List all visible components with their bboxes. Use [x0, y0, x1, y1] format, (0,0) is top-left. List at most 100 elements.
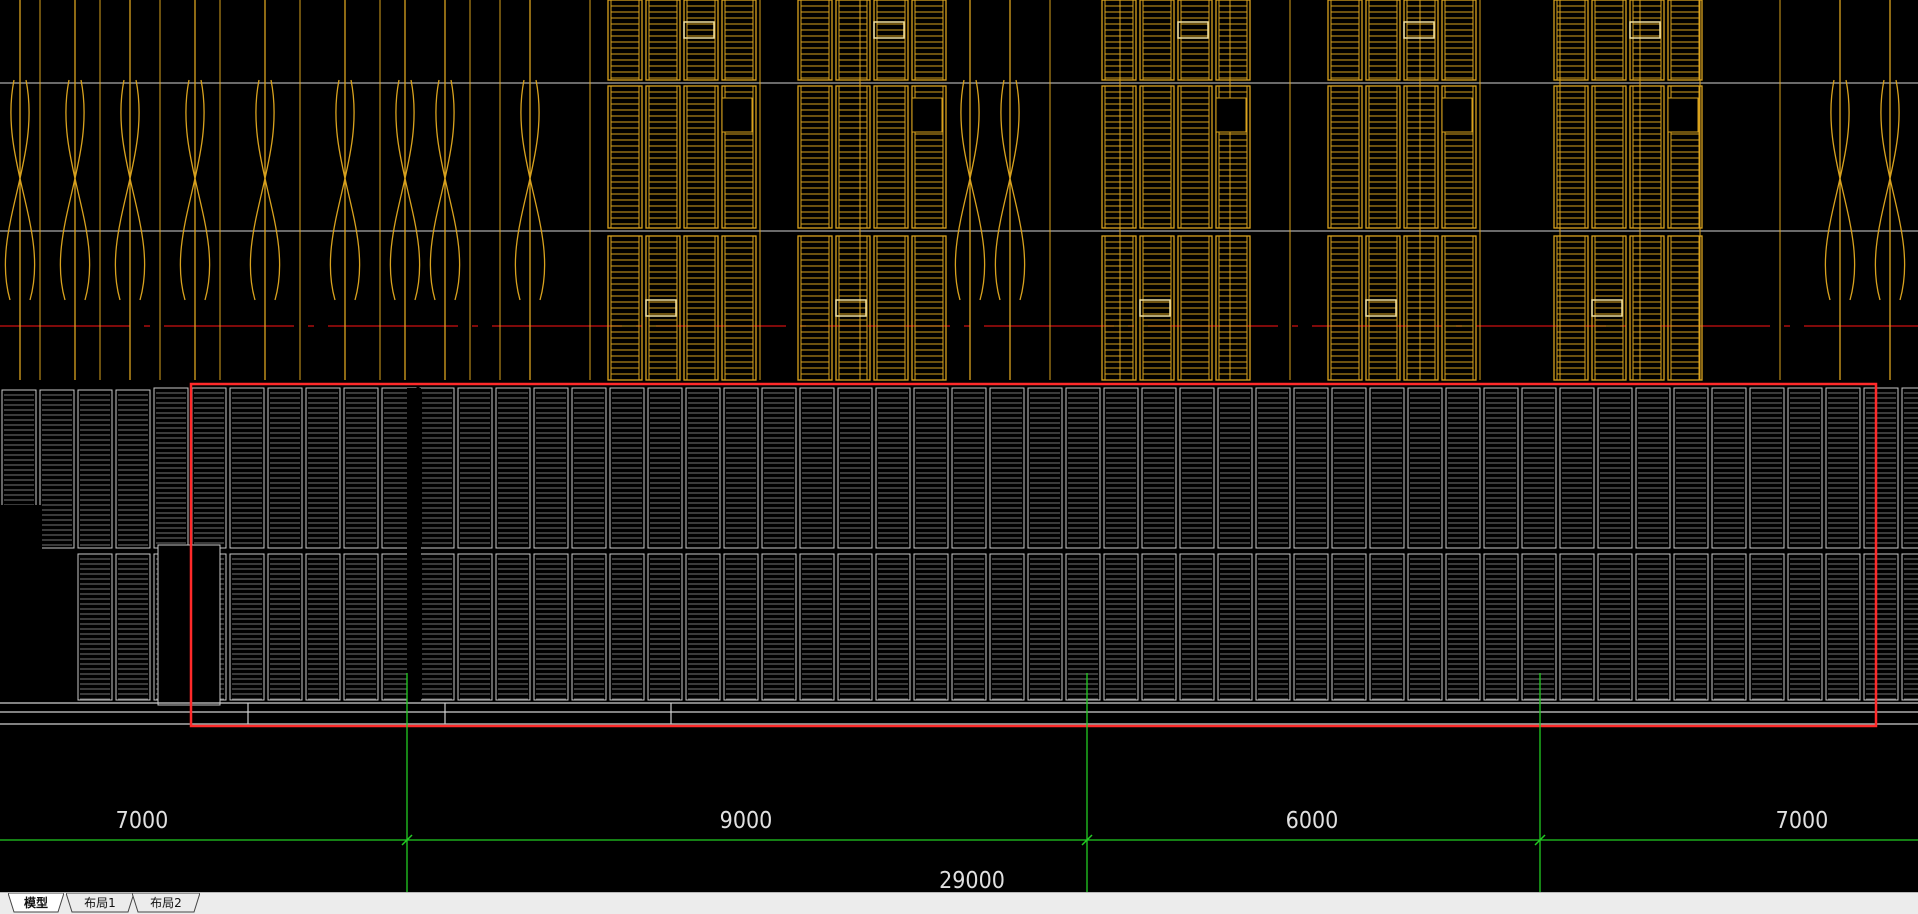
- louver-panel: [645, 85, 681, 229]
- grey-panel: [1407, 387, 1443, 549]
- louver-panel: [1403, 85, 1439, 229]
- grey-panel: [723, 553, 759, 701]
- grey-panel: [1597, 553, 1633, 701]
- louver-panel: [1403, 0, 1439, 81]
- grey-panel: [647, 387, 683, 549]
- grey-panel: [571, 553, 607, 701]
- louver-panel: [1177, 235, 1213, 381]
- grey-panel: [761, 553, 797, 701]
- opening: [0, 505, 42, 705]
- louver-panel: [607, 85, 643, 229]
- louver-panel: [873, 0, 909, 81]
- lower-panel-facade: [0, 387, 1918, 725]
- grey-panel: [267, 553, 303, 701]
- cad-drawing-canvas[interactable]: [0, 0, 1918, 892]
- louver-panel: [1629, 85, 1665, 229]
- grey-panel: [837, 387, 873, 549]
- grey-panel: [1445, 387, 1481, 549]
- grey-panel: [913, 387, 949, 549]
- grey-panel: [1597, 387, 1633, 549]
- grey-panel: [343, 387, 379, 549]
- grey-panel: [1749, 387, 1785, 549]
- louver-panel: [1553, 85, 1589, 229]
- grey-panel: [913, 553, 949, 701]
- louver-panel: [1667, 0, 1703, 81]
- grey-panel: [1141, 553, 1177, 701]
- grey-panel: [305, 387, 341, 549]
- grey-panel: [1065, 387, 1101, 549]
- louver-panel: [1101, 235, 1137, 381]
- louver-panel: [1365, 0, 1401, 81]
- louver-panel: [607, 0, 643, 81]
- grey-panel: [1255, 553, 1291, 701]
- grey-panel: [1673, 553, 1709, 701]
- grey-panel: [875, 387, 911, 549]
- grey-panel: [951, 387, 987, 549]
- grey-panel: [1293, 553, 1329, 701]
- louver-panel: [797, 85, 833, 229]
- grey-panel: [1027, 553, 1063, 701]
- grey-panel: [1103, 387, 1139, 549]
- louver-panel: [1591, 85, 1627, 229]
- upper-facade: [0, 0, 1918, 381]
- grey-panel: [1369, 553, 1405, 701]
- grey-panel: [1711, 387, 1747, 549]
- grey-panel: [1559, 553, 1595, 701]
- grey-panel: [1331, 553, 1367, 701]
- grey-panel: [153, 387, 189, 549]
- grey-panel: [1711, 553, 1747, 701]
- grey-panel: [875, 553, 911, 701]
- louver-panel: [1101, 0, 1137, 81]
- opening: [1667, 97, 1699, 133]
- grey-panel: [495, 387, 531, 549]
- grey-panel: [799, 387, 835, 549]
- louver-panel: [797, 0, 833, 81]
- grey-panel: [115, 389, 151, 549]
- grey-panel: [305, 553, 341, 701]
- louver-panel: [1177, 0, 1213, 81]
- opening: [911, 97, 943, 133]
- grey-panel: [1521, 387, 1557, 549]
- louver-panel: [1215, 235, 1251, 381]
- grey-panel: [1673, 387, 1709, 549]
- louver-panel: [873, 235, 909, 381]
- grey-panel: [1521, 553, 1557, 701]
- louver-panel: [1403, 235, 1439, 381]
- louver-panel: [911, 0, 947, 81]
- louver-panel: [1215, 0, 1251, 81]
- tab-layout1[interactable]: 布局1: [66, 893, 134, 913]
- louver-panel: [911, 235, 947, 381]
- grey-panel: [571, 387, 607, 549]
- louver-panel: [1667, 235, 1703, 381]
- grey-panel: [1445, 553, 1481, 701]
- grey-panel: [723, 387, 759, 549]
- grey-panel: [685, 553, 721, 701]
- grey-panel: [1483, 553, 1519, 701]
- louver-panel: [835, 0, 871, 81]
- grey-panel: [457, 387, 493, 549]
- louver-panel: [683, 85, 719, 229]
- opening: [721, 97, 753, 133]
- grey-panel: [1065, 553, 1101, 701]
- louver-panel: [607, 235, 643, 381]
- opening: [1441, 97, 1473, 133]
- louver-panel: [1101, 85, 1137, 229]
- grey-panel: [1217, 387, 1253, 549]
- louver-panel: [1553, 235, 1589, 381]
- grey-panel: [77, 389, 113, 549]
- layout-tab-bar: 模型 布局1 布局2: [0, 892, 1918, 914]
- louver-panel: [683, 0, 719, 81]
- tab-layout2[interactable]: 布局2: [132, 893, 200, 913]
- louver-panel: [645, 235, 681, 381]
- grey-panel: [1179, 387, 1215, 549]
- grey-panel: [609, 387, 645, 549]
- tab-model[interactable]: 模型: [8, 893, 64, 913]
- grey-panel: [1901, 387, 1918, 549]
- grey-panel: [39, 389, 75, 549]
- grey-panel: [1141, 387, 1177, 549]
- grey-panel: [1749, 553, 1785, 701]
- door-opening: [157, 544, 221, 706]
- louver-panel: [1591, 235, 1627, 381]
- louver-panel: [645, 0, 681, 81]
- louver-panel: [1139, 0, 1175, 81]
